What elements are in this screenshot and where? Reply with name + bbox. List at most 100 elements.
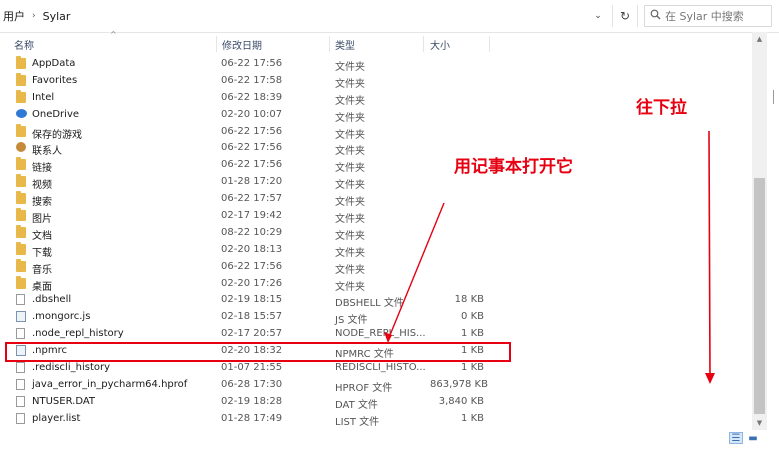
file-type: JS 文件 <box>335 315 368 327</box>
file-row[interactable]: 联系人 06-22 17:56 文件夹 <box>0 140 750 157</box>
desktop-icon <box>16 275 26 289</box>
file-row[interactable]: .node_repl_history 02-17 20:57 NODE_REPL_H… <box>0 326 750 343</box>
file-date: 06-22 17:56 <box>221 159 283 171</box>
file-name: AppData <box>32 58 76 69</box>
file-row[interactable]: Favorites 06-22 17:58 文件夹 <box>0 72 750 90</box>
file-type: REDISCLI_HISTO... <box>335 362 426 374</box>
file-date: 01-28 17:20 <box>221 176 283 188</box>
file-size: 0 KB <box>461 311 484 323</box>
file-row[interactable]: 保存的游戏 06-22 17:56 文件夹 <box>0 123 750 141</box>
file-date: 01-28 17:49 <box>221 412 283 424</box>
file-row[interactable]: AppData 06-22 17:56 文件夹 <box>0 56 750 73</box>
file-type: LIST 文件 <box>335 416 380 428</box>
breadcrumb-users[interactable]: 用户 <box>0 8 28 24</box>
file-row[interactable]: .rediscli_history 01-07 21:55 REDISCLI_HIS… <box>0 360 750 377</box>
large-icons-view-icon[interactable]: ▬ <box>746 432 760 444</box>
file-date: 06-22 17:56 <box>221 125 283 137</box>
scroll-up-icon[interactable]: ▲ <box>752 32 767 46</box>
npmrc-highlight-box <box>5 342 511 362</box>
breadcrumb-separator-icon[interactable]: › <box>28 11 40 21</box>
file-type: NODE_REPL_HIS... <box>335 328 426 340</box>
folder-icon <box>16 56 26 69</box>
file-size: 863,978 KB <box>430 378 488 390</box>
scroll-down-icon[interactable]: ▼ <box>752 416 767 430</box>
folder-icon <box>16 89 26 103</box>
search-input[interactable]: 在 Sylar 中搜索 <box>644 5 772 27</box>
file-name: java_error_in_pycharm64.hprof <box>32 378 188 390</box>
file-row[interactable]: NTUSER.DAT 02-19 18:28 DAT 文件 3,840 KB <box>0 394 750 411</box>
file-row[interactable]: 桌面 02-20 17:26 文件夹 <box>0 275 750 293</box>
file-row[interactable]: java_error_in_pycharm64.hprof 06-28 17:30… <box>0 377 750 394</box>
file-date: 06-22 17:58 <box>221 74 283 86</box>
onedrive-icon <box>16 108 27 118</box>
file-size: 1 KB <box>461 412 484 424</box>
pictures-icon <box>16 208 26 222</box>
file-row[interactable]: 下载 02-20 18:13 文件夹 <box>0 241 750 259</box>
videos-icon <box>16 174 26 188</box>
file-name: 保存的游戏 <box>32 129 82 141</box>
file-row[interactable]: .mongorc.js 02-18 15:57 JS 文件 0 KB <box>0 309 750 326</box>
script-file-icon <box>16 311 26 323</box>
search-placeholder: 在 Sylar 中搜索 <box>665 10 744 23</box>
file-icon <box>16 328 25 340</box>
file-row[interactable]: .dbshell 02-19 18:15 DBSHELL 文件 18 KB <box>0 292 750 309</box>
column-header-name[interactable]: 名称 <box>8 34 213 54</box>
file-icon <box>16 362 25 374</box>
file-name: 图片 <box>32 214 52 226</box>
column-header-date[interactable]: 修改日期 <box>216 34 328 54</box>
column-header-type[interactable]: 类型 <box>329 34 421 54</box>
file-type: 文件夹 <box>335 78 365 90</box>
file-type: 文件夹 <box>335 214 365 226</box>
file-date: 06-22 17:56 <box>221 58 283 69</box>
refresh-icon[interactable]: ↻ <box>612 5 638 27</box>
file-row[interactable]: 音乐 06-22 17:56 文件夹 <box>0 258 750 276</box>
annotation-open-with-notepad: 用记事本打开它 <box>454 157 573 177</box>
column-header-size[interactable]: 大小 <box>424 34 488 54</box>
file-type: 文件夹 <box>335 112 365 124</box>
contacts-icon <box>16 142 26 153</box>
file-name: .dbshell <box>32 294 72 306</box>
file-name: 视频 <box>32 180 52 192</box>
file-type: 文件夹 <box>335 180 365 192</box>
file-date: 02-20 17:26 <box>221 277 283 289</box>
details-view-icon[interactable]: ☰ <box>729 432 743 444</box>
file-name: 桌面 <box>32 281 52 293</box>
downloads-icon <box>16 241 26 255</box>
file-type: 文件夹 <box>335 264 365 276</box>
folder-icon <box>16 72 26 86</box>
saved-games-icon <box>16 123 26 137</box>
address-bar[interactable]: 用户 › Sylar <box>0 5 610 27</box>
breadcrumb-sylar[interactable]: Sylar <box>40 10 74 23</box>
file-row[interactable]: 视频 01-28 17:20 文件夹 <box>0 174 750 191</box>
file-type: DAT 文件 <box>335 399 378 411</box>
column-divider[interactable] <box>489 36 490 52</box>
file-name: 联系人 <box>32 146 62 158</box>
file-date: 02-19 18:15 <box>221 294 283 306</box>
file-date: 06-22 17:57 <box>221 193 283 205</box>
file-row[interactable]: 文档 08-22 10:29 文件夹 <box>0 224 750 242</box>
address-history-dropdown-icon[interactable]: ⌄ <box>590 7 606 25</box>
file-icon <box>16 294 25 306</box>
file-size: 18 KB <box>454 294 484 306</box>
file-name: Favorites <box>32 74 78 86</box>
address-toolbar: 用户 › Sylar ⌄ ↻ 在 Sylar 中搜索 <box>0 0 779 33</box>
file-name: OneDrive <box>32 108 80 120</box>
file-date: 02-19 18:28 <box>221 395 283 407</box>
file-name: player.list <box>32 412 81 424</box>
file-type: 文件夹 <box>335 95 365 107</box>
file-date: 06-22 17:56 <box>221 142 283 154</box>
file-type: HPROF 文件 <box>335 382 393 394</box>
file-icon <box>16 378 25 390</box>
search-icon <box>645 9 665 23</box>
file-name: 搜索 <box>32 197 52 209</box>
file-name: 下载 <box>32 247 52 259</box>
file-date: 02-20 10:07 <box>221 108 283 120</box>
file-icon <box>16 395 25 407</box>
file-row[interactable]: 链接 06-22 17:56 文件夹 <box>0 157 750 174</box>
file-row[interactable]: player.list 01-28 17:49 LIST 文件 1 KB <box>0 411 750 428</box>
file-row[interactable]: 搜索 06-22 17:57 文件夹 <box>0 191 750 208</box>
annotation-scroll-down: 往下拉 <box>636 98 687 118</box>
file-row[interactable]: 图片 02-17 19:42 文件夹 <box>0 208 750 225</box>
file-name: Intel <box>32 91 55 103</box>
scrollbar-thumb[interactable] <box>754 178 765 414</box>
